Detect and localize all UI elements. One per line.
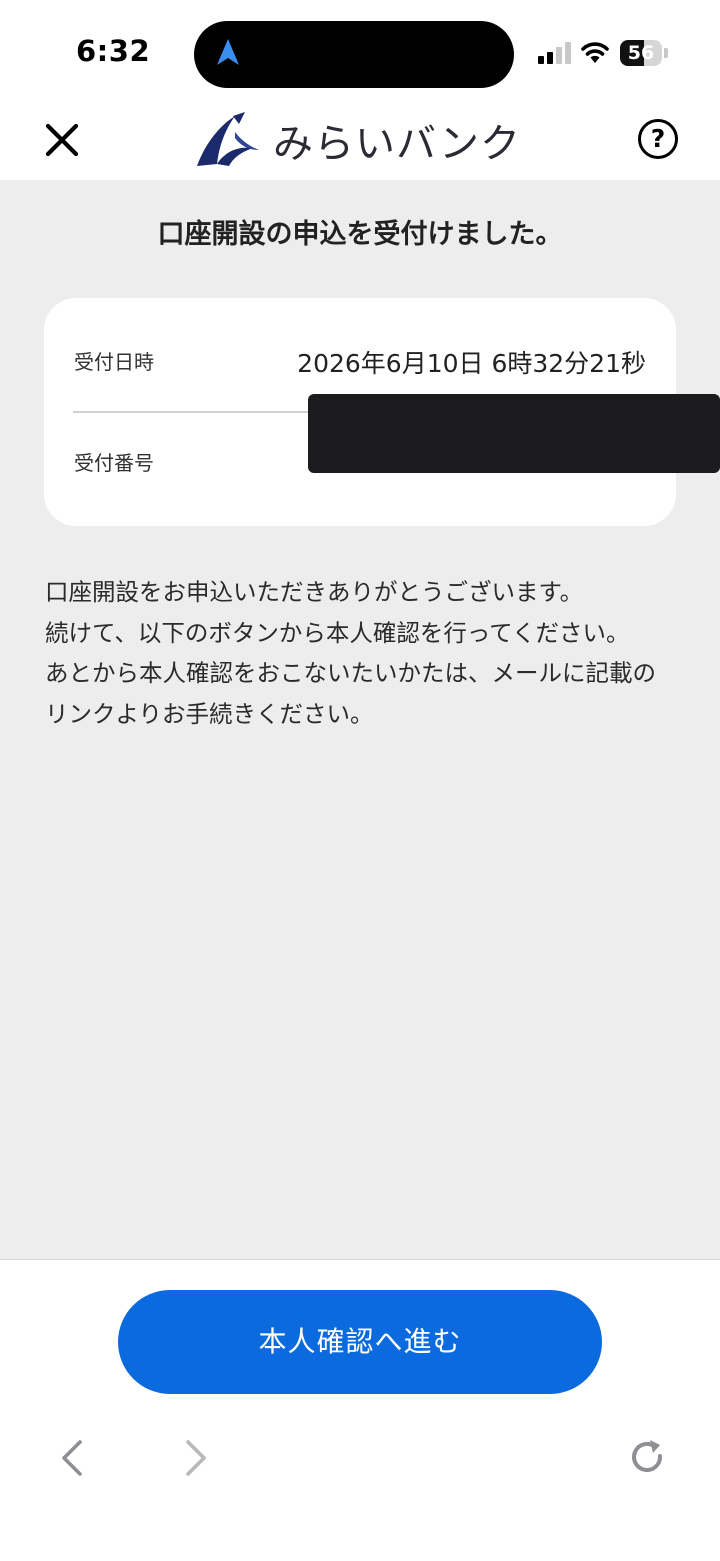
signal-icon: [538, 42, 572, 64]
message-line: 口座開設をお申込いただきありがとうございます。: [45, 578, 584, 606]
brand-name: みらいバンク: [273, 121, 521, 167]
reload-icon[interactable]: [626, 1436, 670, 1480]
screen: 6:32 56 みらいバンク ? 口座開設の申込を受付けました。 受付日時 20…: [0, 0, 720, 1561]
status-bar: 6:32 56: [0, 0, 720, 100]
page-title: 口座開設の申込を受付けました。: [157, 219, 563, 250]
back-icon[interactable]: [52, 1436, 96, 1480]
receipt-number-label: 受付番号: [74, 451, 154, 475]
battery-level: 56: [627, 42, 655, 64]
close-icon[interactable]: [40, 118, 84, 162]
brand-logo: みらいバンク: [195, 108, 521, 172]
instruction-message: 口座開設をお申込いただきありがとうございます。 続けて、以下のボタンから本人確認…: [45, 572, 670, 734]
message-line: 続けて、以下のボタンから本人確認を行ってください。: [45, 618, 630, 647]
location-arrow-icon: [217, 39, 239, 65]
message-line: あとから本人確認をおこないたいかたは、メールに記載のリンクよりお手続きください。: [45, 659, 656, 728]
app-header: みらいバンク ?: [0, 100, 720, 180]
status-time: 6:32: [76, 34, 151, 68]
proceed-to-identity-verification-button[interactable]: 本人確認へ進む: [118, 1290, 602, 1394]
battery-cap: [664, 48, 668, 58]
redaction-block: [308, 394, 720, 473]
bottom-action-area: 本人確認へ進む: [0, 1259, 720, 1561]
forward-icon[interactable]: [172, 1436, 216, 1480]
received-datetime-value: 2026年6月10日 6時32分21秒: [297, 349, 646, 378]
wifi-icon: [581, 42, 609, 63]
received-datetime-label: 受付日時: [74, 350, 154, 374]
help-icon[interactable]: ?: [638, 119, 678, 159]
battery-icon: 56: [620, 40, 662, 66]
brand-mark-icon: [197, 112, 259, 166]
dynamic-island: [194, 21, 514, 88]
